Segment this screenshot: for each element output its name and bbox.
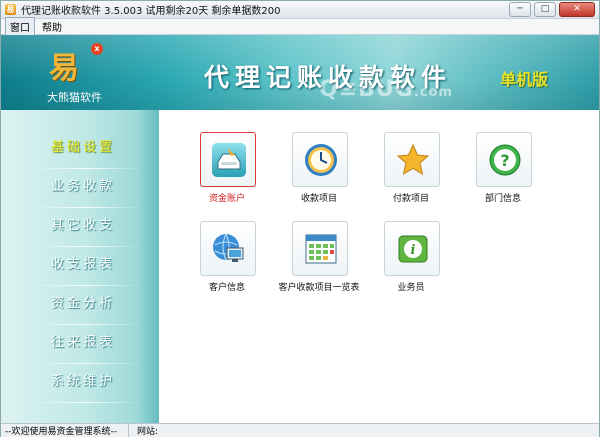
sidebar-item-system-maintenance[interactable]: 系统维护	[1, 369, 151, 395]
tile-label: 部门信息	[484, 194, 521, 204]
tile-label: 业务员	[397, 283, 425, 293]
main-content: 资金账户 收款项目 付款项目 ? 部门信息 客户信息 客户收款项目一览表 i 业…	[160, 110, 599, 423]
tile-customer-info[interactable]: 客户信息	[182, 221, 272, 297]
app-icon: 易	[5, 4, 16, 15]
tile-salesperson[interactable]: i 业务员	[366, 221, 456, 297]
sidebar-item-income-expense-report[interactable]: 收支报表	[1, 252, 151, 278]
tile-label: 资金账户	[208, 194, 245, 204]
status-website: 网站:	[137, 427, 159, 437]
sidebar-divider	[31, 324, 141, 325]
sidebar-divider	[31, 285, 141, 286]
tile-frame	[292, 132, 348, 187]
maximize-button[interactable]: □	[534, 2, 556, 17]
header-banner: 易 x 大熊猫软件 Q≡BUG.com 代理记账收款软件 单机版	[1, 35, 599, 110]
status-welcome: --欢迎使用易资金管理系统--	[1, 424, 129, 437]
info-icon: i	[398, 235, 428, 263]
tile-customer-collection-list[interactable]: 客户收款项目一览表	[274, 221, 364, 297]
sidebar-divider	[31, 363, 141, 364]
company-name: 大熊猫软件	[47, 91, 102, 104]
status-bar: --欢迎使用易资金管理系统-- 网站:	[1, 423, 599, 437]
window-title: 代理记账收款软件 3.5.003 试用剩余20天 剩余单据数200	[21, 6, 281, 17]
tile-frame	[200, 132, 256, 187]
sidebar-divider	[31, 246, 141, 247]
calendar-grid-icon	[305, 234, 337, 264]
sidebar-item-fund-analysis[interactable]: 资金分析	[1, 291, 151, 317]
app-logo: 易 x 大熊猫软件	[15, 39, 135, 107]
star-icon	[396, 143, 430, 176]
tile-frame: i	[384, 221, 440, 276]
sidebar-divider	[31, 402, 141, 403]
tile-frame	[200, 221, 256, 276]
banner-title: 代理记账收款软件	[204, 63, 453, 92]
tile-label: 付款项目	[392, 194, 429, 204]
svg-text:?: ?	[500, 151, 509, 170]
sidebar-item-account-report[interactable]: 往来报表	[1, 330, 151, 356]
tile-department-info[interactable]: ? 部门信息	[458, 132, 548, 208]
inbox-tray-icon	[212, 143, 246, 177]
sidebar-item-basic-settings[interactable]: 基础设置	[1, 135, 151, 161]
tile-collection-items[interactable]: 收款项目	[274, 132, 364, 208]
clock-icon	[305, 144, 337, 176]
app-window: 易 代理记账收款软件 3.5.003 试用剩余20天 剩余单据数200 ─ □ …	[0, 0, 600, 437]
tile-label: 客户信息	[208, 283, 245, 293]
logo-glyph: 易	[49, 51, 79, 86]
tile-frame: ?	[476, 132, 532, 187]
help-question-icon: ?	[489, 144, 521, 176]
sidebar-item-collections[interactable]: 业务收款	[1, 174, 151, 200]
window-controls: ─ □ ✕	[509, 2, 595, 17]
menu-window[interactable]: 窗口	[5, 17, 35, 36]
sidebar-nav: 基础设置 业务收款 其它收支 收支报表 资金分析 往来报表 系统维护	[1, 110, 159, 423]
tile-label: 收款项目	[300, 194, 337, 204]
logo-badge: x	[91, 43, 103, 55]
tile-frame	[384, 132, 440, 187]
minimize-button[interactable]: ─	[509, 2, 531, 17]
tile-fund-account[interactable]: 资金账户	[182, 132, 272, 208]
sidebar-divider	[31, 168, 141, 169]
svg-text:i: i	[411, 243, 416, 258]
menu-bar: 窗口 帮助	[1, 17, 599, 36]
sidebar-divider	[31, 207, 141, 208]
title-bar: 易 代理记账收款软件 3.5.003 试用剩余20天 剩余单据数200 ─ □ …	[1, 1, 599, 19]
globe-monitor-icon	[213, 233, 244, 262]
sidebar-item-other-income-expense[interactable]: 其它收支	[1, 213, 151, 239]
edition-label: 单机版	[500, 70, 549, 89]
tile-label: 客户收款项目一览表	[278, 283, 360, 293]
tile-payment-items[interactable]: 付款项目	[366, 132, 456, 208]
close-button[interactable]: ✕	[559, 2, 595, 17]
menu-help[interactable]: 帮助	[37, 17, 67, 36]
tile-frame	[292, 221, 348, 276]
